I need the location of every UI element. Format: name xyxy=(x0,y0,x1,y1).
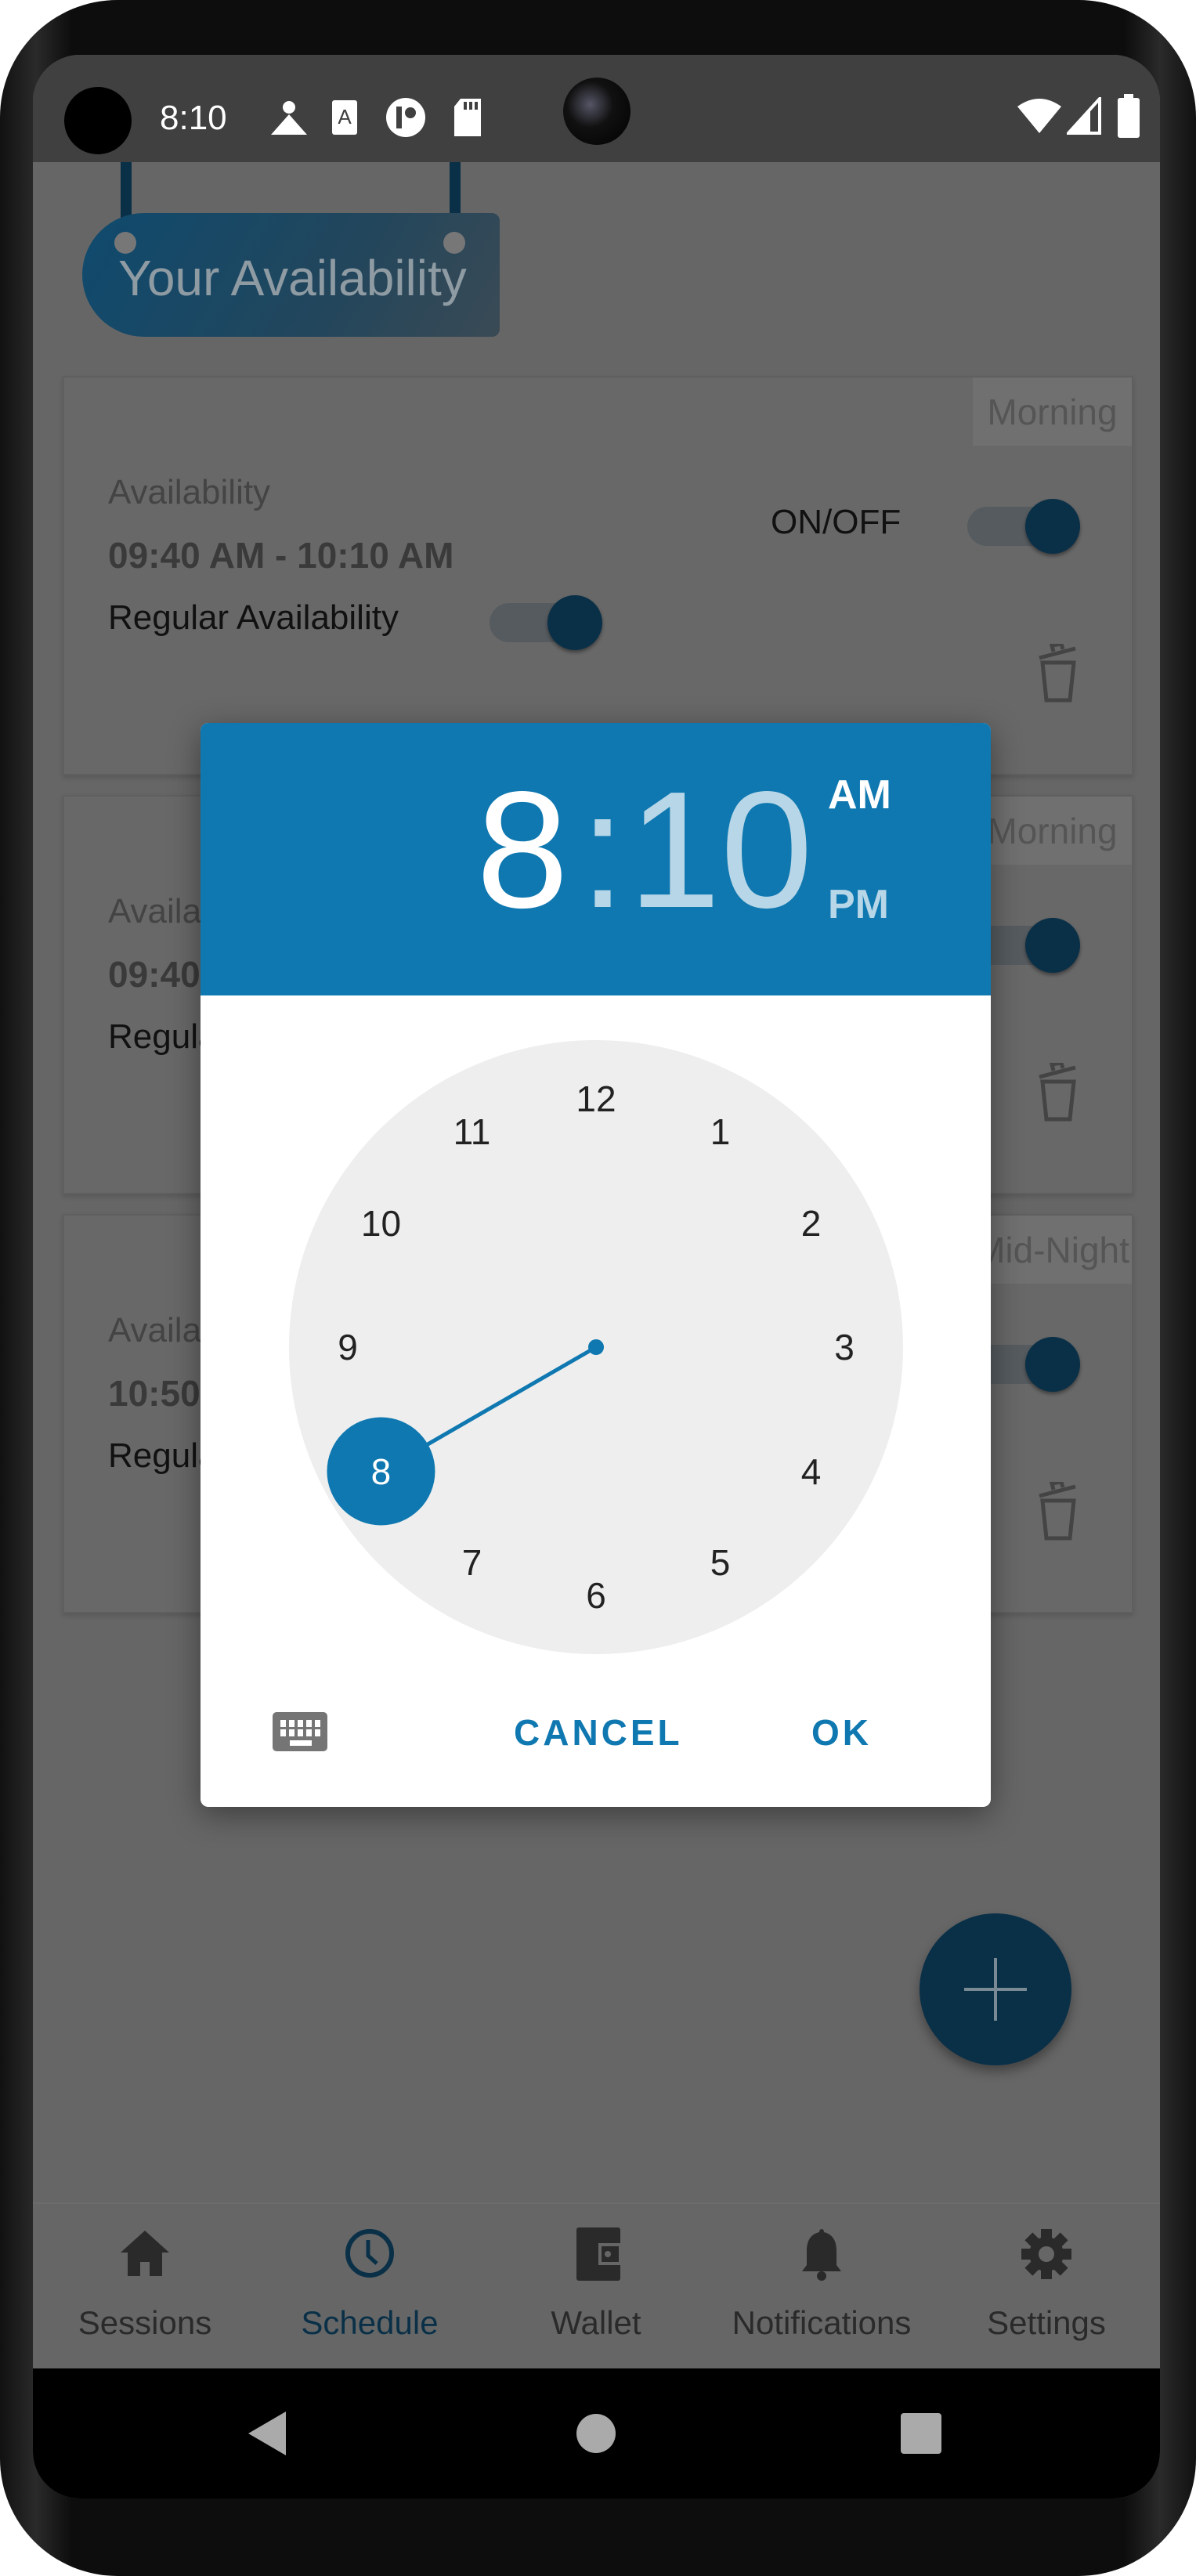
bottom-navigation: Sessions Schedule Wallet Notifications S… xyxy=(33,2202,1160,2370)
trash-icon[interactable] xyxy=(1035,1063,1082,1122)
trash-icon[interactable] xyxy=(1035,644,1082,703)
dial-number[interactable]: 9 xyxy=(316,1324,379,1371)
dial-number[interactable]: 1 xyxy=(689,1108,752,1155)
dial-number[interactable]: 4 xyxy=(780,1448,843,1495)
regular-availability-toggle[interactable] xyxy=(490,591,607,654)
punch-hole xyxy=(64,87,132,154)
plus-icon xyxy=(964,1958,1027,2021)
dial-number[interactable]: 10 xyxy=(349,1200,412,1247)
dial-number[interactable]: 7 xyxy=(441,1539,504,1586)
am-toggle[interactable]: AM xyxy=(828,771,891,818)
dial-number[interactable]: 2 xyxy=(780,1200,843,1247)
phone-frame: 8:10 A Your Availability Morning Availab… xyxy=(0,0,1196,2576)
availability-time: 09:40 AM - 10:10 AM xyxy=(108,535,454,576)
time-picker-dialog: 8 : 10 AM PM 12 1 2 3 4 5 6 7 8 9 10 11 CANCEL OK xyxy=(201,723,991,1807)
clock-icon xyxy=(345,2229,394,2278)
period-tag: Mid-Night xyxy=(973,1216,1132,1284)
back-button[interactable] xyxy=(248,2412,287,2455)
nav-item-schedule[interactable]: Schedule xyxy=(260,2227,479,2361)
nav-item-notifications[interactable]: Notifications xyxy=(712,2227,931,2361)
nav-item-sessions[interactable]: Sessions xyxy=(35,2227,255,2361)
wifi-icon xyxy=(1017,99,1061,133)
p-icon xyxy=(386,98,425,137)
battery-icon xyxy=(1118,94,1140,138)
status-bar: 8:10 A xyxy=(33,55,1160,162)
a-notification-icon: A xyxy=(332,100,357,135)
ok-button[interactable]: OK xyxy=(811,1711,872,1754)
system-navigation-bar xyxy=(33,2368,1160,2498)
home-icon xyxy=(121,2231,169,2276)
sd-card-icon xyxy=(454,99,481,136)
screen: 8:10 A Your Availability Morning Availab… xyxy=(33,55,1160,2498)
availability-label: Availability xyxy=(108,473,271,511)
dial-numbers: 12 1 2 3 4 5 6 7 8 9 10 11 xyxy=(289,1040,903,1654)
wallet-icon xyxy=(576,2227,622,2281)
onoff-toggle[interactable] xyxy=(967,495,1085,558)
page-title: Your Availability xyxy=(118,250,467,306)
trash-icon[interactable] xyxy=(1035,1482,1082,1541)
front-camera xyxy=(563,78,631,145)
period-tag: Morning xyxy=(973,378,1132,446)
pm-toggle[interactable]: PM xyxy=(828,881,889,928)
dial-number[interactable]: 11 xyxy=(441,1108,504,1155)
page-title-sign: Your Availability xyxy=(82,213,500,337)
nav-label: Wallet xyxy=(551,2304,641,2341)
add-availability-button[interactable] xyxy=(920,1913,1071,2065)
regular-availability-label: Regular Availability xyxy=(108,598,399,637)
home-button[interactable] xyxy=(576,2414,616,2453)
hour-display[interactable]: 8 xyxy=(476,767,569,933)
person-icon xyxy=(271,101,307,135)
period-tag: Morning xyxy=(973,797,1132,865)
dial-number[interactable]: 8 xyxy=(349,1448,412,1495)
time-separator: : xyxy=(580,757,626,942)
dial-number[interactable]: 5 xyxy=(689,1539,752,1586)
minute-display[interactable]: 10 xyxy=(628,767,813,933)
status-time: 8:10 xyxy=(160,99,227,137)
nav-label: Schedule xyxy=(301,2304,439,2341)
time-picker-header: 8 : 10 AM PM xyxy=(201,723,991,995)
dial-number[interactable]: 3 xyxy=(813,1324,876,1371)
dial-number[interactable]: 6 xyxy=(565,1572,627,1619)
gear-icon xyxy=(1021,2229,1071,2279)
keyboard-icon[interactable] xyxy=(273,1712,327,1751)
bell-icon xyxy=(802,2229,841,2281)
cancel-button[interactable]: CANCEL xyxy=(514,1711,683,1754)
availability-card: Morning Availability 09:40 AM - 10:10 AM… xyxy=(63,376,1133,775)
nav-label: Sessions xyxy=(78,2304,212,2341)
nav-item-settings[interactable]: Settings xyxy=(937,2227,1156,2361)
dial-number[interactable]: 12 xyxy=(565,1075,627,1122)
svg-text:A: A xyxy=(338,105,352,128)
onoff-label: ON/OFF xyxy=(771,503,902,541)
nav-item-wallet[interactable]: Wallet xyxy=(486,2227,706,2361)
recents-button[interactable] xyxy=(901,2413,941,2454)
signal-icon xyxy=(1067,97,1101,135)
nav-label: Notifications xyxy=(732,2304,912,2341)
nav-label: Settings xyxy=(987,2304,1106,2341)
